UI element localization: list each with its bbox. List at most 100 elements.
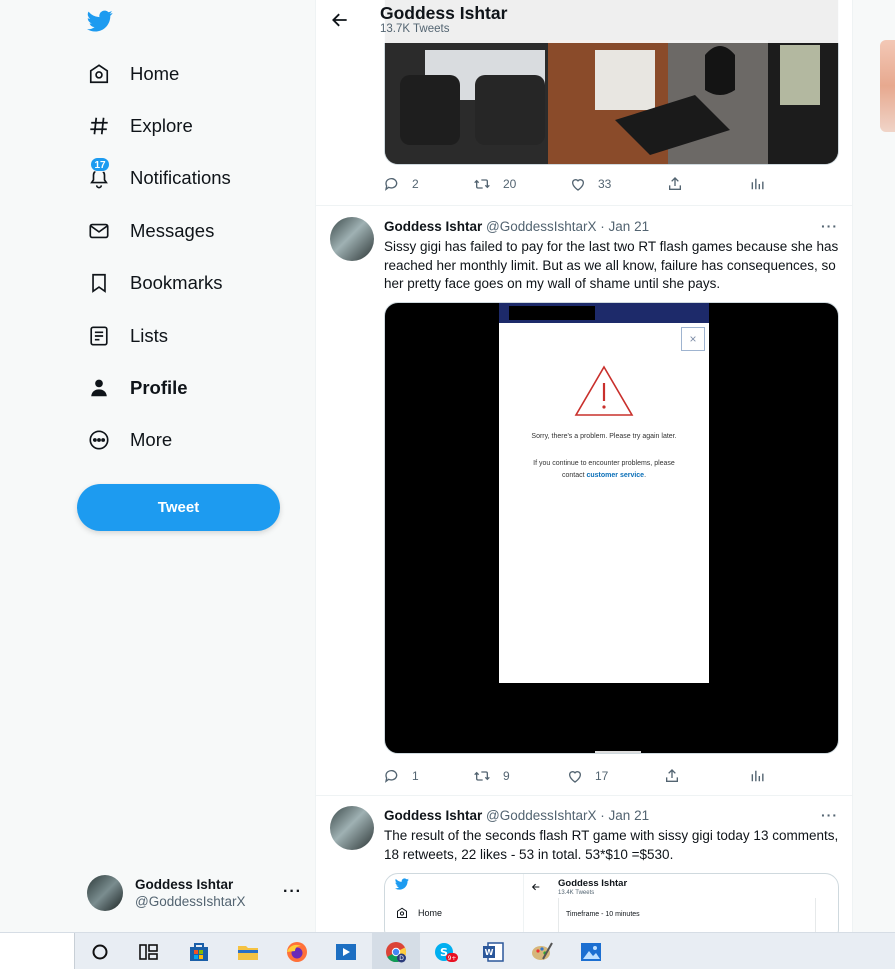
word-icon[interactable]: W xyxy=(480,939,506,965)
store-icon[interactable] xyxy=(186,939,212,965)
nav-explore-label: Explore xyxy=(130,115,193,136)
list-icon xyxy=(84,321,114,351)
person-icon xyxy=(84,373,114,403)
chrome-icon[interactable]: D xyxy=(383,939,409,965)
file-explorer-icon[interactable] xyxy=(235,939,261,965)
avatar[interactable] xyxy=(330,217,374,261)
nav-lists-label: Lists xyxy=(130,325,169,346)
account-name: Goddess Ishtar xyxy=(135,877,234,892)
screenshot-subtitle: 13.4K Tweets xyxy=(558,890,595,896)
retweet-button[interactable]: 9 xyxy=(473,768,510,784)
like-count: 17 xyxy=(595,769,609,783)
customer-service-link: customer service xyxy=(586,472,645,479)
tweet-2-actions: 1 9 17 xyxy=(384,768,774,788)
tweet-count: 13.7K Tweets xyxy=(380,23,450,35)
adjacent-photo-edge xyxy=(880,40,895,132)
error-dialog: × Sorry, there's a problem. Please try a… xyxy=(499,323,709,683)
twitter-logo-icon xyxy=(395,878,409,890)
analytics-icon[interactable] xyxy=(750,768,776,784)
retweet-count: 20 xyxy=(503,177,517,191)
back-arrow-icon[interactable] xyxy=(330,10,350,30)
reply-button[interactable]: 1 xyxy=(384,768,419,784)
retweet-count: 9 xyxy=(503,769,510,783)
nav-messages-label: Messages xyxy=(130,220,215,241)
notification-badge: 17 xyxy=(90,157,110,172)
reply-count: 1 xyxy=(412,769,419,783)
share-icon[interactable] xyxy=(664,768,692,784)
screenshot-title: Goddess Ishtar xyxy=(558,878,628,889)
tweet-3-header: Goddess Ishtar @GoddessIshtarX · Jan 21 xyxy=(384,808,649,823)
tweet-more-icon[interactable]: ··· xyxy=(821,807,838,823)
nav-home[interactable]: Home xyxy=(84,52,179,96)
tweet-more-icon[interactable]: ··· xyxy=(821,218,838,234)
nav-bookmarks[interactable]: Bookmarks xyxy=(84,261,223,305)
envelope-icon xyxy=(84,216,114,246)
nav-explore[interactable]: Explore xyxy=(84,104,193,148)
account-switcher[interactable]: Goddess Ishtar @GoddessIshtarX ··· xyxy=(87,871,302,915)
help-prefix: contact xyxy=(561,472,587,479)
back-arrow-icon xyxy=(531,883,540,891)
screenshot-nav-home: Home xyxy=(418,908,443,918)
nav-profile-label: Profile xyxy=(130,377,188,398)
share-icon[interactable] xyxy=(667,176,695,192)
photos-icon[interactable] xyxy=(578,939,604,965)
home-icon xyxy=(397,907,407,918)
tweet-1-actions: 2 20 33 xyxy=(384,176,774,196)
account-handle: @GoddessIshtarX xyxy=(135,894,246,909)
help-line-2: contact customer service. xyxy=(499,472,709,479)
page-title: Goddess Ishtar xyxy=(380,3,508,23)
timeline: Goddess Ishtar 13.7K Tweets 2 20 33 Godd… xyxy=(315,0,853,932)
skype-icon[interactable]: S 9+ xyxy=(432,939,458,965)
taskbar-search-box[interactable] xyxy=(0,933,75,969)
nav-more[interactable]: More xyxy=(84,418,172,462)
screenshot-timeframe: Timeframe - 10 minutes xyxy=(566,911,640,918)
firefox-icon[interactable] xyxy=(284,939,310,965)
close-icon: × xyxy=(681,327,705,351)
analytics-icon[interactable] xyxy=(750,176,776,192)
account-more-icon[interactable]: ··· xyxy=(283,883,302,901)
like-button[interactable]: 33 xyxy=(570,176,611,192)
reply-count: 2 xyxy=(412,177,419,191)
tweet-button[interactable]: Tweet xyxy=(77,484,280,531)
tweet-2-image[interactable]: × Sorry, there's a problem. Please try a… xyxy=(384,302,839,754)
retweet-button[interactable]: 20 xyxy=(473,176,516,192)
tweet-3-image[interactable]: Home Goddess Ishtar 13.4K Tweets Timefra… xyxy=(384,873,839,932)
tweet-2[interactable]: Goddess Ishtar @GoddessIshtarX · Jan 21 … xyxy=(316,205,852,795)
nav-profile[interactable]: Profile xyxy=(84,366,188,410)
bookmark-icon xyxy=(84,268,114,298)
nav-messages[interactable]: Messages xyxy=(84,209,214,253)
nav-bookmarks-label: Bookmarks xyxy=(130,272,223,293)
nav-more-label: More xyxy=(130,429,173,450)
author-handle-date[interactable]: @GoddessIshtarX · Jan 21 xyxy=(486,808,649,823)
paint-icon[interactable] xyxy=(529,939,555,965)
nav-lists[interactable]: Lists xyxy=(84,314,168,358)
tweet-text: Sissy gigi has failed to pay for the las… xyxy=(384,239,839,291)
warning-icon xyxy=(574,365,634,416)
svg-text:W: W xyxy=(485,948,494,957)
sidebar: Home Explore 17 Notifications Messages B… xyxy=(0,0,315,932)
help-suffix: . xyxy=(644,472,647,479)
like-count: 33 xyxy=(598,177,612,191)
author-name[interactable]: Goddess Ishtar xyxy=(384,219,482,234)
task-view-icon[interactable] xyxy=(135,939,161,965)
nav-home-label: Home xyxy=(130,63,180,84)
help-line-1: If you continue to encounter problems, p… xyxy=(533,460,675,467)
image-banner xyxy=(499,303,709,323)
media-player-icon[interactable] xyxy=(333,939,359,965)
image-scroll-indicator xyxy=(595,751,641,753)
twitter-logo-icon[interactable] xyxy=(86,8,114,34)
nav-notifications[interactable]: 17 Notifications xyxy=(84,156,231,200)
tweet-3[interactable]: Goddess Ishtar @GoddessIshtarX · Jan 21 … xyxy=(316,795,852,932)
tweet-text: The result of the seconds flash RT game … xyxy=(384,828,839,862)
avatar xyxy=(87,875,123,911)
svg-text:D: D xyxy=(399,955,404,962)
profile-header: Goddess Ishtar 13.7K Tweets xyxy=(316,0,852,43)
author-name[interactable]: Goddess Ishtar xyxy=(384,808,482,823)
home-icon xyxy=(84,59,114,89)
author-handle-date[interactable]: @GoddessIshtarX · Jan 21 xyxy=(486,219,649,234)
cortana-circle-icon[interactable] xyxy=(87,939,113,965)
avatar[interactable] xyxy=(330,806,374,850)
like-button[interactable]: 17 xyxy=(567,768,608,784)
reply-button[interactable]: 2 xyxy=(384,176,419,192)
svg-text:9+: 9+ xyxy=(448,955,457,962)
